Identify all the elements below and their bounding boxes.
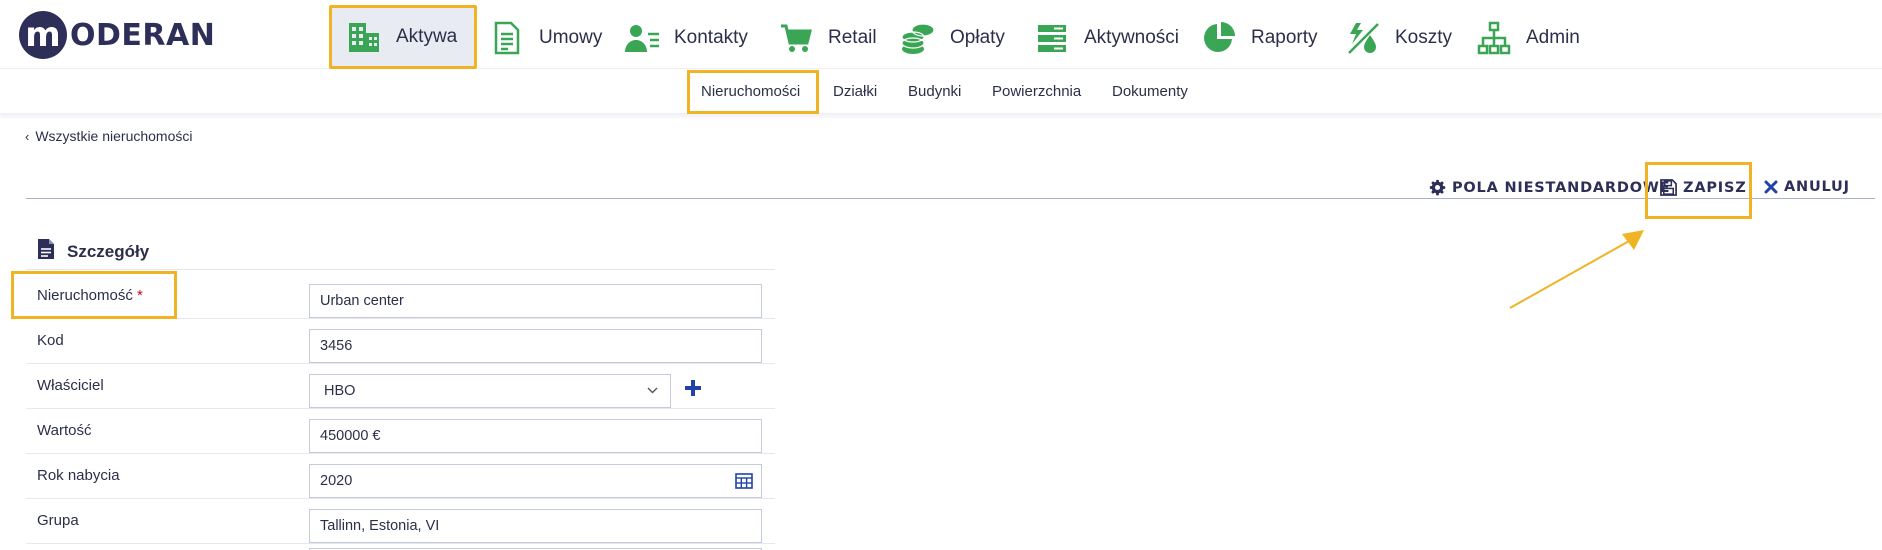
org-chart-icon (1476, 20, 1512, 56)
field-label: Grupa (37, 512, 79, 529)
nav-item-umowy[interactable]: Umowy (489, 8, 602, 68)
subnav-item-powierzchnia[interactable]: Powierzchnia (992, 83, 1081, 100)
gear-icon (1429, 179, 1446, 196)
nav-label: Opłaty (950, 27, 1005, 48)
document-icon (489, 20, 525, 56)
cancel-button[interactable]: ANULUJ (1764, 179, 1850, 195)
pointer-arrow (1509, 230, 1644, 309)
chevron-down-icon (647, 383, 658, 397)
coins-icon (900, 20, 936, 56)
code-input[interactable]: 3456 (309, 329, 762, 363)
field-row-rok-nabycia: Rok nabycia 2020 (26, 454, 775, 499)
breadcrumb[interactable]: ‹ Wszystkie nieruchomości (25, 128, 193, 144)
nav-label: Retail (828, 27, 877, 48)
nav-label: Koszty (1395, 27, 1453, 48)
subnav-item-dzialki[interactable]: Działki (833, 83, 877, 100)
close-icon (1764, 180, 1778, 194)
subnav-item-budynki[interactable]: Budynki (908, 83, 961, 100)
divider (26, 198, 1875, 199)
chevron-left-icon: ‹ (25, 128, 30, 144)
value-input[interactable]: 450000 € (309, 419, 762, 453)
pie-chart-icon (1201, 20, 1237, 56)
sub-navigation: Nieruchomości Działki Budynki Powierzchn… (0, 69, 1882, 114)
field-label: Rok nabycia (37, 467, 120, 484)
divider (26, 269, 775, 270)
highlight-frame (1645, 162, 1752, 219)
logo-text: ODERAN (70, 17, 216, 53)
nav-label: Aktywa (396, 26, 458, 47)
contacts-icon (624, 20, 660, 56)
field-row-kod: Kod 3456 (26, 319, 775, 364)
owner-select[interactable]: HBO (309, 374, 671, 408)
highlight-frame (687, 70, 819, 114)
field-row-wlasciciel: Właściciel HBO (26, 364, 775, 409)
nav-label: Kontakty (674, 27, 748, 48)
field-label: Wartość (37, 422, 92, 439)
custom-fields-label: POLA NIESTANDARDOWE (1452, 179, 1671, 196)
nav-item-raporty[interactable]: Raporty (1201, 8, 1318, 68)
top-navigation: m ODERAN Aktywa Umowy Kontakty Retail Op… (0, 0, 1882, 69)
logo-mark: m (19, 11, 67, 59)
nav-item-admin[interactable]: Admin (1476, 8, 1580, 68)
nav-item-koszty[interactable]: Koszty (1345, 8, 1452, 68)
property-name-input[interactable]: Urban center (309, 284, 762, 318)
nav-item-kontakty[interactable]: Kontakty (624, 8, 748, 68)
section-header: Szczegóły (37, 238, 149, 265)
calendar-icon[interactable] (735, 473, 753, 493)
section-title: Szczegóły (67, 241, 150, 261)
utilities-icon (1345, 20, 1381, 56)
moderan-logo[interactable]: m ODERAN (19, 9, 215, 61)
acquisition-year-input[interactable]: 2020 (309, 464, 762, 498)
highlight-frame (11, 271, 177, 319)
acquisition-year-value: 2020 (320, 473, 353, 489)
list-icon (1034, 20, 1070, 56)
field-row-grupa: Grupa Tallinn, Estonia, VI (26, 499, 775, 544)
document-icon (37, 238, 55, 265)
owner-selected-value: HBO (324, 383, 356, 399)
nav-item-oplaty[interactable]: Opłaty (900, 8, 1005, 68)
add-owner-button[interactable] (683, 378, 705, 400)
nav-label: Raporty (1251, 27, 1318, 48)
nav-label: Admin (1526, 27, 1580, 48)
field-label: Kod (37, 332, 64, 349)
cancel-label: ANULUJ (1784, 179, 1850, 195)
field-row-wartosc: Wartość 450000 € (26, 409, 775, 454)
nav-label: Umowy (539, 27, 603, 48)
nav-label: Aktywności (1084, 27, 1180, 48)
breadcrumb-back-link[interactable]: Wszystkie nieruchomości (35, 128, 192, 144)
field-label: Właściciel (37, 377, 104, 394)
group-input[interactable]: Tallinn, Estonia, VI (309, 509, 762, 543)
custom-fields-button[interactable]: POLA NIESTANDARDOWE (1429, 179, 1670, 196)
cart-icon (778, 20, 814, 56)
nav-item-retail[interactable]: Retail (778, 8, 877, 68)
nav-item-aktywa[interactable]: Aktywa (329, 5, 478, 69)
plus-icon (685, 380, 701, 396)
nav-item-aktywnosci[interactable]: Aktywności (1034, 8, 1179, 68)
subnav-item-dokumenty[interactable]: Dokumenty (1112, 83, 1188, 100)
buildings-icon (346, 19, 382, 55)
field-row-partial (26, 544, 775, 550)
